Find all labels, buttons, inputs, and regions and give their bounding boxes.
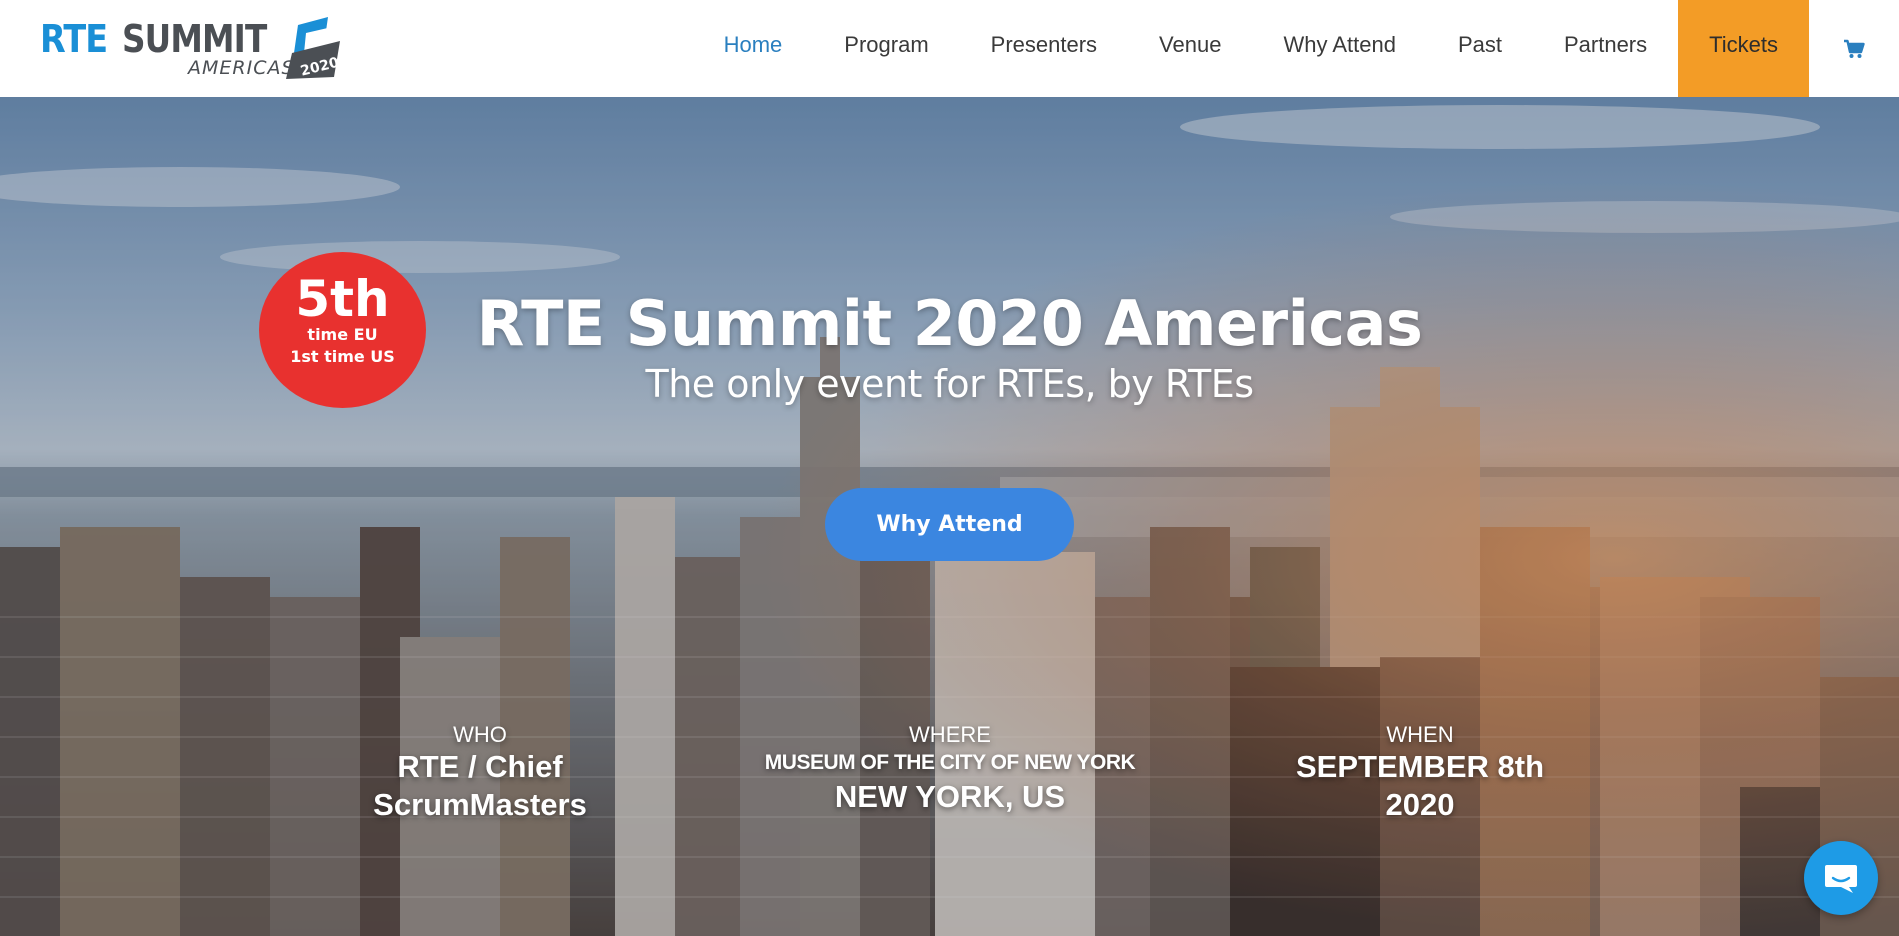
chat-bubble-icon[interactable] <box>1804 841 1878 915</box>
nav-home[interactable]: Home <box>693 0 814 97</box>
nav-partners[interactable]: Partners <box>1533 0 1678 97</box>
logo-2020-flag-icon: 2020 <box>286 17 341 79</box>
who-line1: RTE / Chief <box>397 749 563 784</box>
rte-summit-logo[interactable]: RTE SUMMIT AMERICAS 2020 <box>40 17 350 81</box>
where-city: NEW YORK, US <box>834 779 1066 814</box>
nav-why-attend[interactable]: Why Attend <box>1252 0 1427 97</box>
nav-program[interactable]: Program <box>813 0 959 97</box>
shopping-cart-icon[interactable] <box>1809 0 1899 97</box>
when-line2: 2020 <box>1385 787 1455 822</box>
main-nav: Home Program Presenters Venue Why Attend… <box>693 0 1899 97</box>
logo-americas-text: AMERICAS <box>188 57 295 79</box>
when-line1: SEPTEMBER 8th <box>1295 749 1545 784</box>
logo-rte-text: RTE <box>40 17 108 61</box>
where-venue: MUSEUM OF THE CITY OF NEW YORK <box>764 751 1136 774</box>
who-line2: ScrumMasters <box>373 787 587 822</box>
site-header: RTE SUMMIT AMERICAS 2020 Home Program Pr… <box>0 0 1899 97</box>
hero-subtitle: The only event for RTEs, by RTEs <box>645 362 1254 406</box>
hero-banner: 5th time EU 1st time US RTE Summit 2020 … <box>0 97 1899 936</box>
nav-venue[interactable]: Venue <box>1128 0 1252 97</box>
when-block: WHEN SEPTEMBER 8th 2020 <box>1260 722 1580 824</box>
hero-title: RTE Summit 2020 Americas <box>476 287 1423 360</box>
where-label: WHERE <box>909 722 991 747</box>
when-label: WHEN <box>1386 722 1454 747</box>
why-attend-button[interactable]: Why Attend <box>825 488 1074 561</box>
nav-past[interactable]: Past <box>1427 0 1533 97</box>
who-block: WHO RTE / Chief ScrumMasters <box>340 722 620 824</box>
who-label: WHO <box>453 722 507 747</box>
nav-tickets[interactable]: Tickets <box>1678 0 1809 97</box>
logo-summit-text: SUMMIT <box>122 17 267 61</box>
where-block: WHERE MUSEUM OF THE CITY OF NEW YORK NEW… <box>740 722 1160 816</box>
nav-presenters[interactable]: Presenters <box>960 0 1128 97</box>
